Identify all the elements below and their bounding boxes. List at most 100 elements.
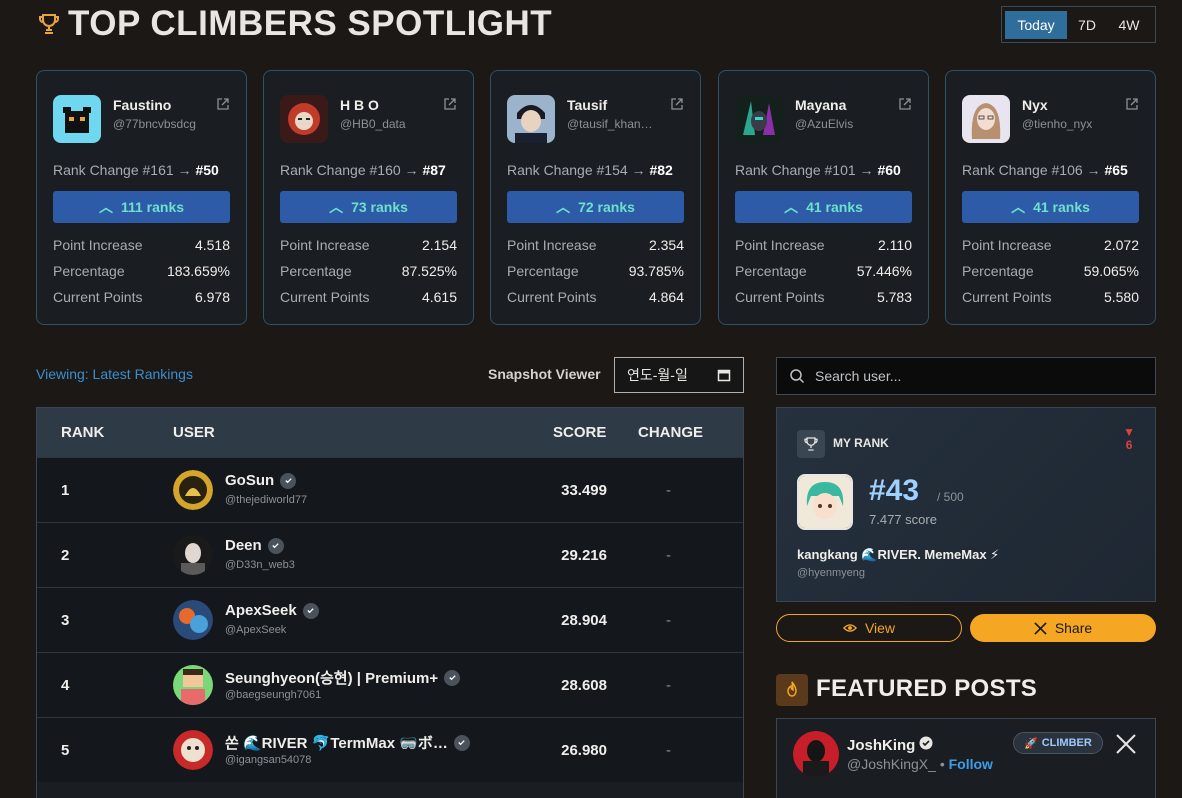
snapshot-viewer-label: Snapshot Viewer: [488, 366, 601, 382]
ranks-gained-badge: ︿ 72 ranks: [507, 191, 684, 223]
row-handle: @igangsan54078: [225, 754, 312, 766]
climber-card[interactable]: Faustino @77bncvbsdcg Rank Change #161 →…: [36, 70, 247, 325]
flame-icon: [776, 674, 808, 706]
external-link-icon[interactable]: [216, 97, 230, 111]
row-score: 28.904: [561, 612, 607, 629]
external-link-icon[interactable]: [670, 97, 684, 111]
table-row[interactable]: 5 쏜 🌊RIVER 🐬TermMax 🥽ボ… @igangsan54078 2…: [37, 717, 743, 782]
row-score: 33.499: [561, 482, 607, 499]
avatar: [735, 95, 783, 143]
tab-7d[interactable]: 7D: [1067, 11, 1107, 39]
row-handle: @D33n_web3: [225, 559, 295, 571]
follow-link[interactable]: Follow: [949, 756, 993, 772]
climber-name: Tausif: [567, 97, 608, 113]
rank-change: Rank Change #154 → #82: [507, 162, 673, 178]
row-handle: @ApexSeek: [225, 624, 287, 636]
verified-icon: [453, 734, 470, 751]
verified-icon: [444, 669, 461, 686]
table-row[interactable]: 1 GoSun @thejediworld77 33.499 -: [37, 457, 743, 522]
point-increase-row: Point Increase 4.518: [53, 237, 230, 253]
table-row[interactable]: 2 Deen @D33n_web3 29.216 -: [37, 522, 743, 587]
ranks-gained-badge: ︿ 41 ranks: [962, 191, 1139, 223]
snapshot-date-input[interactable]: 연도-월-일: [614, 357, 744, 393]
climber-name: Mayana: [795, 97, 847, 113]
featured-posts-title: FEATURED POSTS: [816, 675, 1038, 702]
tab-today[interactable]: Today: [1005, 10, 1067, 39]
rank-change: Rank Change #160 → #87: [280, 162, 446, 178]
viewing-label: Viewing: Latest Rankings: [36, 366, 193, 382]
chevron-up-icon: ︿: [98, 199, 113, 215]
avatar: [173, 535, 213, 575]
avatar: [53, 95, 101, 143]
view-button[interactable]: View: [776, 614, 962, 642]
verified-icon: [280, 472, 297, 489]
calendar-icon[interactable]: [717, 368, 731, 382]
verified-icon: [302, 602, 319, 619]
search-input[interactable]: Search user...: [776, 357, 1156, 395]
row-change: -: [666, 547, 671, 564]
ranks-gained-badge: ︿ 73 ranks: [280, 191, 457, 223]
avatar: [173, 600, 213, 640]
column-rank[interactable]: RANK: [61, 424, 104, 441]
row-change: -: [666, 612, 671, 629]
my-rank-panel: MY RANK ▼ 6 #43 / 500 7.477 score kangkan…: [776, 407, 1156, 602]
post-author-name: JoshKing: [847, 736, 933, 754]
row-rank: 5: [61, 742, 70, 759]
point-increase-row: Point Increase 2.072: [962, 237, 1139, 253]
climber-card[interactable]: Mayana @AzuElvis Rank Change #101 → #60 …: [718, 70, 929, 325]
external-link-icon[interactable]: [1125, 97, 1139, 111]
my-rank-number: #43: [869, 474, 920, 507]
climber-card[interactable]: Nyx @tienho_nyx Rank Change #106 → #65 ︿…: [945, 70, 1156, 325]
trophy-icon: [797, 430, 825, 458]
climber-card[interactable]: Tausif @tausif_khan… Rank Change #154 → …: [490, 70, 701, 325]
my-rank-total: / 500: [937, 490, 964, 504]
column-user[interactable]: USER: [173, 424, 215, 441]
my-rank-handle: @hyenmyeng: [797, 567, 866, 579]
share-button[interactable]: Share: [970, 614, 1156, 642]
rank-change: Rank Change #161 → #50: [53, 162, 219, 178]
rank-change: Rank Change #106 → #65: [962, 162, 1128, 178]
current-points-row: Current Points 4.615: [280, 289, 457, 305]
post-author-handle: @JoshKingX_ • Follow: [847, 756, 993, 772]
percentage-row: Percentage 87.525%: [280, 263, 457, 279]
chevron-up-icon: ︿: [556, 199, 571, 215]
row-rank: 4: [61, 677, 70, 694]
tab-4w[interactable]: 4W: [1107, 11, 1151, 39]
point-increase-row: Point Increase 2.354: [507, 237, 684, 253]
avatar: [280, 95, 328, 143]
x-logo-icon: [1034, 621, 1047, 635]
page-title: TOP CLIMBERS SPOTLIGHT: [68, 4, 553, 43]
my-rank-username: kangkang 🌊RIVER. MemeMax ⚡: [797, 547, 1000, 562]
external-link-icon[interactable]: [898, 97, 912, 111]
row-score: 26.980: [561, 742, 607, 759]
percentage-row: Percentage 93.785%: [507, 263, 684, 279]
rank-down-indicator: ▼ 6: [1123, 425, 1135, 452]
row-username: ApexSeek: [225, 602, 319, 619]
climber-card[interactable]: H B O @HB0_data Rank Change #160 → #87 ︿…: [263, 70, 474, 325]
row-rank: 1: [61, 482, 70, 499]
column-change[interactable]: CHANGE: [638, 424, 703, 441]
x-logo-icon[interactable]: [1115, 733, 1137, 755]
header: TOP CLIMBERS SPOTLIGHT: [36, 4, 552, 44]
search-placeholder: Search user...: [815, 368, 902, 384]
ranks-gained-badge: ︿ 41 ranks: [735, 191, 912, 223]
row-handle: @thejediworld77: [225, 494, 308, 506]
ranks-gained-badge: ︿ 111 ranks: [53, 191, 230, 223]
table-row[interactable]: 3 ApexSeek @ApexSeek 28.904 -: [37, 587, 743, 652]
chevron-up-icon: ︿: [329, 199, 344, 215]
avatar: [173, 665, 213, 705]
rocket-icon: 🚀: [1024, 737, 1038, 750]
my-rank-label: MY RANK: [833, 436, 889, 450]
column-score[interactable]: SCORE: [553, 424, 606, 441]
avatar: [507, 95, 555, 143]
current-points-row: Current Points 5.783: [735, 289, 912, 305]
table-row[interactable]: 4 Seunghyeon(승현) | Premium+ @baegseungh7…: [37, 652, 743, 717]
point-increase-row: Point Increase 2.110: [735, 237, 912, 253]
featured-post[interactable]: JoshKing @JoshKingX_ • Follow 🚀 CLIMBER: [776, 718, 1156, 798]
external-link-icon[interactable]: [443, 97, 457, 111]
row-score: 28.608: [561, 677, 607, 694]
eye-icon: [842, 624, 857, 632]
row-rank: 2: [61, 547, 70, 564]
row-change: -: [666, 677, 671, 694]
point-increase-row: Point Increase 2.154: [280, 237, 457, 253]
